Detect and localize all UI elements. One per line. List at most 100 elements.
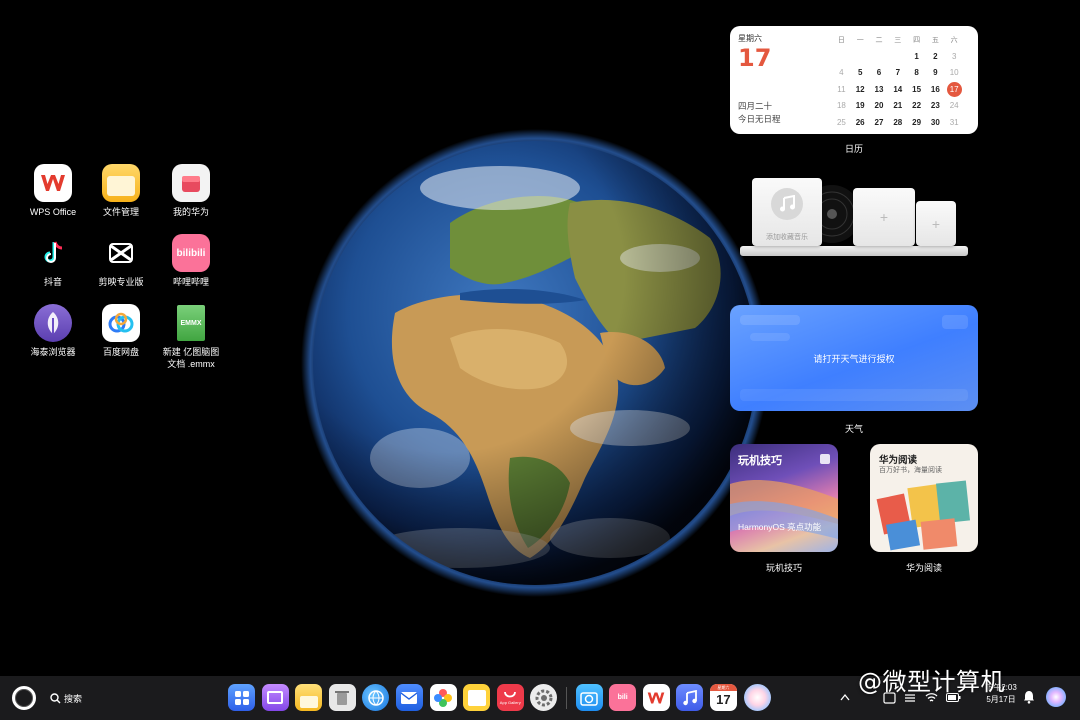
- calendar-weekday-header: 二: [875, 37, 883, 45]
- calendar-day-cell[interactable]: 3: [945, 52, 964, 61]
- tips-widget[interactable]: 玩机技巧 HarmonyOS 亮点功能: [730, 444, 838, 552]
- trash-icon[interactable]: [328, 684, 356, 711]
- calendar-day-cell[interactable]: 26: [851, 118, 870, 127]
- calendar-day-cell[interactable]: 1: [907, 52, 926, 61]
- calendar-day-cell[interactable]: 25: [832, 118, 851, 127]
- calendar-day-cell[interactable]: 22: [907, 101, 926, 110]
- calendar-day-cell[interactable]: 9: [926, 68, 945, 77]
- calendar-weekday-header: 五: [931, 37, 939, 45]
- calendar-icon[interactable]: 星期六 17: [709, 684, 737, 711]
- weather-widget[interactable]: 请打开天气进行授权: [730, 305, 978, 411]
- desktop-icon-capcut[interactable]: 剪映专业版: [86, 234, 156, 288]
- calendar-day-cell[interactable]: 14: [888, 85, 907, 94]
- desktop-icon-wps-office[interactable]: WPS Office: [18, 164, 88, 218]
- calendar-weeks: 1 2 3 4 5 6 7 8 9 10 11 12 13 14 15 16 17 18 19 20 21 22 23 24 2…: [832, 48, 974, 130]
- weather-authorize-message: 请打开天气进行授权: [813, 354, 895, 364]
- calendar-icon-week: 星期六: [709, 684, 737, 691]
- desktop-icon-label: 新建 亿图脑图 文档 .emmx: [162, 347, 220, 369]
- books-artwork: [876, 480, 971, 551]
- calendar-day-cell[interactable]: 21: [888, 101, 907, 110]
- app-gallery-icon[interactable]: App Gallery: [496, 684, 524, 711]
- calendar-day-cell[interactable]: 7: [888, 68, 907, 77]
- desktop-icon-my-huawei[interactable]: 我的华为: [156, 164, 226, 218]
- calendar-day-cell[interactable]: 24: [945, 101, 964, 110]
- calendar-day-cell[interactable]: 23: [926, 101, 945, 110]
- notification-bell-icon[interactable]: [1023, 690, 1035, 704]
- gallery-icon[interactable]: [429, 684, 457, 711]
- bilibili-icon[interactable]: bili: [609, 684, 637, 711]
- music-slot-card[interactable]: +: [916, 201, 956, 246]
- calendar-day-cell[interactable]: 13: [870, 85, 889, 94]
- desktop-icon-douyin[interactable]: 抖音: [18, 234, 88, 288]
- settings-icon[interactable]: [530, 684, 558, 711]
- watermark-text: @微型计算机: [858, 668, 1005, 696]
- desktop-icon-browser[interactable]: 海泰浏览器: [18, 304, 88, 358]
- weather-placeholder-bar: [942, 315, 968, 329]
- music-note-icon: [771, 188, 803, 220]
- desktop-icon-file-manager[interactable]: 文件管理: [86, 164, 156, 218]
- assistant-icon[interactable]: [1046, 687, 1066, 707]
- camera-icon[interactable]: [575, 684, 603, 711]
- calendar-schedule-text: 今日无日程: [738, 114, 781, 124]
- calendar-day-cell[interactable]: 16: [926, 85, 945, 94]
- desktop-icon-label: 海泰浏览器: [30, 347, 76, 357]
- search-button[interactable]: 搜索: [50, 692, 82, 705]
- calendar-day-cell[interactable]: 28: [888, 118, 907, 127]
- emmx-file-icon: EMMX: [172, 304, 210, 342]
- huawei-reading-widget[interactable]: 华为阅读 百万好书，海量阅读: [870, 444, 978, 552]
- music-slot-card[interactable]: +: [853, 188, 915, 246]
- calendar-day-cell[interactable]: 8: [907, 68, 926, 77]
- calendar-day-cell[interactable]: 12: [851, 85, 870, 94]
- music-icon[interactable]: [676, 684, 704, 711]
- file-manager-icon: [102, 164, 140, 202]
- app-center-icon[interactable]: [228, 684, 255, 711]
- calendar-day-cell[interactable]: 20: [870, 101, 889, 110]
- calendar-day-cell[interactable]: 5: [851, 68, 870, 77]
- calendar-today-cell[interactable]: 17: [945, 81, 964, 97]
- calendar-day-cell[interactable]: 2: [926, 52, 945, 61]
- calendar-day-cell[interactable]: 19: [851, 101, 870, 110]
- desktop-icon-bilibili[interactable]: bilibili 哔哩哔哩: [156, 234, 226, 288]
- calendar-day-cell[interactable]: 11: [832, 85, 851, 94]
- bilibili-icon: bilibili: [172, 234, 210, 272]
- calendar-day-cell[interactable]: 30: [926, 118, 945, 127]
- browser-icon: [34, 304, 72, 342]
- mail-icon[interactable]: [395, 684, 423, 711]
- calendar-day-cell[interactable]: 4: [832, 68, 851, 77]
- desktop-icon-baidu-netdisk[interactable]: 百度网盘: [86, 304, 156, 358]
- add-favorite-music-card[interactable]: 添加收藏音乐: [752, 178, 822, 246]
- start-button[interactable]: [12, 686, 36, 710]
- calendar-week-row: 18 19 20 21 22 23 24: [832, 98, 974, 114]
- capcut-icon: [102, 234, 140, 272]
- tips-subtitle: HarmonyOS 亮点功能: [738, 522, 822, 532]
- calendar-day-cell[interactable]: 6: [870, 68, 889, 77]
- celia-icon[interactable]: [743, 684, 771, 711]
- desktop-icon-label: 我的华为: [172, 207, 209, 217]
- calendar-lunar-info: 四月二十 今日无日程: [738, 100, 781, 126]
- calendar-day-cell[interactable]: 27: [870, 118, 889, 127]
- browser-icon[interactable]: [362, 684, 390, 711]
- calendar-day-cell[interactable]: 10: [945, 68, 964, 77]
- calendar-caption: 日历: [844, 144, 863, 154]
- music-widget[interactable]: 添加收藏音乐 + +: [740, 176, 970, 258]
- calendar-widget[interactable]: 星期六 17 四月二十 今日无日程 日 一 二 三 四 五 六 12345678…: [730, 26, 978, 134]
- calendar-day-cell[interactable]: 31: [945, 118, 964, 127]
- calendar-header-row: 日 一 二 三 四 五 六: [832, 32, 974, 48]
- weather-placeholder-bar: [740, 389, 968, 401]
- chevron-up-icon[interactable]: [840, 693, 850, 701]
- reading-title: 华为阅读: [879, 455, 918, 466]
- calendar-day-cell[interactable]: 15: [907, 85, 926, 94]
- desktop-icon-label: WPS Office: [29, 207, 77, 217]
- notes-icon[interactable]: [295, 684, 323, 711]
- calendar-day-cell[interactable]: 18: [832, 101, 851, 110]
- calendar-weekday-header: 六: [950, 37, 958, 45]
- multi-window-icon[interactable]: [261, 684, 289, 711]
- wps-icon[interactable]: [642, 684, 670, 711]
- search-icon: [50, 693, 61, 704]
- plus-icon: +: [879, 209, 889, 225]
- desktop-icon-emmx-file[interactable]: EMMX 新建 亿图脑图 文档 .emmx: [156, 304, 226, 370]
- calendar-day-cell[interactable]: 29: [907, 118, 926, 127]
- tips-caption: 玩机技巧: [765, 563, 802, 573]
- tips-title: 玩机技巧: [738, 455, 782, 467]
- memo-icon[interactable]: [463, 684, 491, 711]
